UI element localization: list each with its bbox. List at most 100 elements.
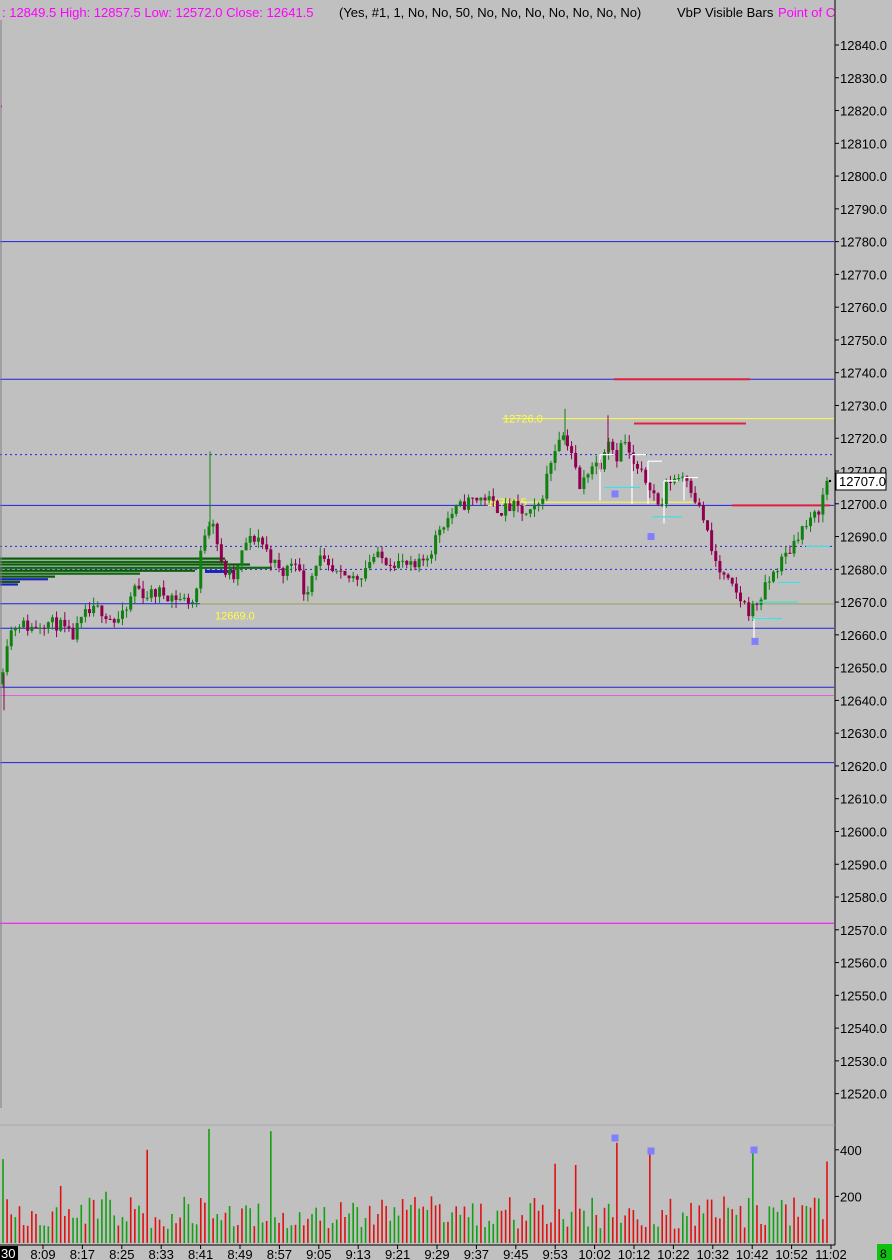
volume-signal-square bbox=[647, 1147, 655, 1155]
price-tick-label: 12520.0 bbox=[840, 1087, 887, 1102]
candle-body bbox=[504, 503, 508, 516]
candle-body bbox=[318, 555, 322, 566]
corner-time-label: 30 bbox=[1, 1246, 15, 1260]
candle-body bbox=[545, 473, 549, 499]
candle-body bbox=[714, 551, 718, 561]
price-tick-label: 12690.0 bbox=[840, 530, 887, 545]
candle-body bbox=[813, 511, 817, 518]
signal-square bbox=[751, 637, 759, 645]
candle-body bbox=[42, 627, 46, 629]
time-tick-label: 9:05 bbox=[306, 1247, 331, 1260]
price-tick-label: 12540.0 bbox=[840, 1021, 887, 1036]
time-tick-label: 9:13 bbox=[346, 1247, 371, 1260]
candle-body bbox=[191, 602, 195, 604]
candle-body bbox=[446, 518, 450, 528]
candle-body bbox=[508, 503, 512, 512]
price-tick-label: 12810.0 bbox=[840, 136, 887, 151]
candle-body bbox=[809, 517, 813, 527]
candle-body bbox=[339, 570, 343, 572]
price-tick-label: 12840.0 bbox=[840, 38, 887, 53]
candle-body bbox=[392, 565, 396, 568]
price-tick-label: 12610.0 bbox=[840, 792, 887, 807]
candle-body bbox=[500, 513, 504, 516]
candle-body bbox=[718, 560, 722, 573]
candle-body bbox=[697, 502, 701, 506]
candle-body bbox=[405, 560, 409, 565]
price-tick-label: 12600.0 bbox=[840, 824, 887, 839]
candle-body bbox=[265, 544, 269, 550]
candle-body bbox=[491, 496, 495, 501]
last-price-dot bbox=[828, 479, 832, 483]
candle-body bbox=[611, 441, 615, 451]
time-tick-label: 11:02 bbox=[815, 1247, 847, 1260]
candle-body bbox=[570, 446, 574, 453]
candle-body bbox=[67, 626, 71, 629]
study-params: (Yes, #1, 1, No, No, 50, No, No, No, No,… bbox=[339, 5, 641, 20]
time-tick-label: 10:42 bbox=[736, 1247, 769, 1260]
candle-body bbox=[520, 505, 524, 514]
candle-body bbox=[88, 609, 92, 614]
candle-body bbox=[479, 497, 483, 501]
candle-body bbox=[248, 535, 252, 543]
time-axis[interactable]: 8:09 8:17 8:25 8:33 8:41 8:49 8:57 9:05 9:13 9:21… bbox=[30, 1245, 847, 1260]
candle-body bbox=[302, 570, 306, 595]
candle-body bbox=[384, 558, 388, 565]
current-price-marker: 12707.0 bbox=[835, 472, 887, 491]
candle-body bbox=[495, 500, 499, 514]
candle-body bbox=[145, 597, 149, 599]
time-tick-label: 9:21 bbox=[385, 1247, 410, 1260]
price-chart[interactable]: 12726.012700.512669.0 12840.012830.01282… bbox=[0, 0, 892, 1260]
candle-body bbox=[162, 587, 166, 596]
candle-body bbox=[364, 568, 368, 579]
candle-body bbox=[804, 526, 808, 528]
candle-body bbox=[467, 497, 471, 510]
candle-body bbox=[413, 561, 417, 568]
time-tick-label: 8:33 bbox=[149, 1247, 174, 1260]
candle-body bbox=[50, 617, 54, 623]
candle-body bbox=[409, 561, 413, 565]
candle-body bbox=[294, 563, 298, 565]
candle-body bbox=[561, 435, 565, 440]
volume-profile-bar bbox=[0, 563, 250, 566]
candle-body bbox=[743, 601, 747, 603]
candle-body bbox=[388, 564, 392, 566]
candle-body bbox=[627, 441, 631, 453]
candle-body bbox=[788, 552, 792, 554]
candle-body bbox=[104, 616, 108, 620]
candle-body bbox=[141, 588, 145, 599]
value-area-label: 12726.0 bbox=[503, 414, 543, 426]
volume-profile-bar bbox=[0, 557, 225, 560]
candle-body bbox=[648, 482, 652, 491]
volume-profile-bar bbox=[0, 572, 140, 575]
signal-square bbox=[647, 533, 655, 541]
candle-body bbox=[100, 605, 104, 617]
candle-body bbox=[261, 537, 265, 545]
price-tick-label: 12650.0 bbox=[840, 661, 887, 676]
time-tick-label: 9:53 bbox=[543, 1247, 568, 1260]
candle-body bbox=[199, 550, 203, 589]
candle-body bbox=[397, 560, 401, 568]
price-tick-label: 12680.0 bbox=[840, 562, 887, 577]
candle-body bbox=[92, 605, 96, 614]
current-price-label: 12707.0 bbox=[839, 474, 886, 489]
candle-body bbox=[689, 480, 693, 493]
candle-body bbox=[524, 513, 528, 515]
candle-body bbox=[322, 555, 326, 559]
candle-body bbox=[335, 570, 339, 572]
time-tick-label: 10:22 bbox=[657, 1247, 690, 1260]
time-tick-label: 9:37 bbox=[464, 1247, 489, 1260]
price-tick-label: 12770.0 bbox=[840, 267, 887, 282]
candle-body bbox=[763, 582, 767, 600]
volume-profile-bar bbox=[0, 569, 195, 572]
candle-body bbox=[693, 492, 697, 503]
candle-body bbox=[71, 628, 75, 640]
signal-square bbox=[611, 490, 619, 498]
price-tick-label: 12560.0 bbox=[840, 956, 887, 971]
candle-body bbox=[730, 577, 734, 584]
candle-body bbox=[644, 469, 648, 483]
price-tick-label: 12640.0 bbox=[840, 693, 887, 708]
candle-body bbox=[512, 500, 516, 512]
candle-body bbox=[38, 627, 42, 629]
candle-body bbox=[401, 560, 405, 562]
candle-body bbox=[55, 617, 59, 631]
